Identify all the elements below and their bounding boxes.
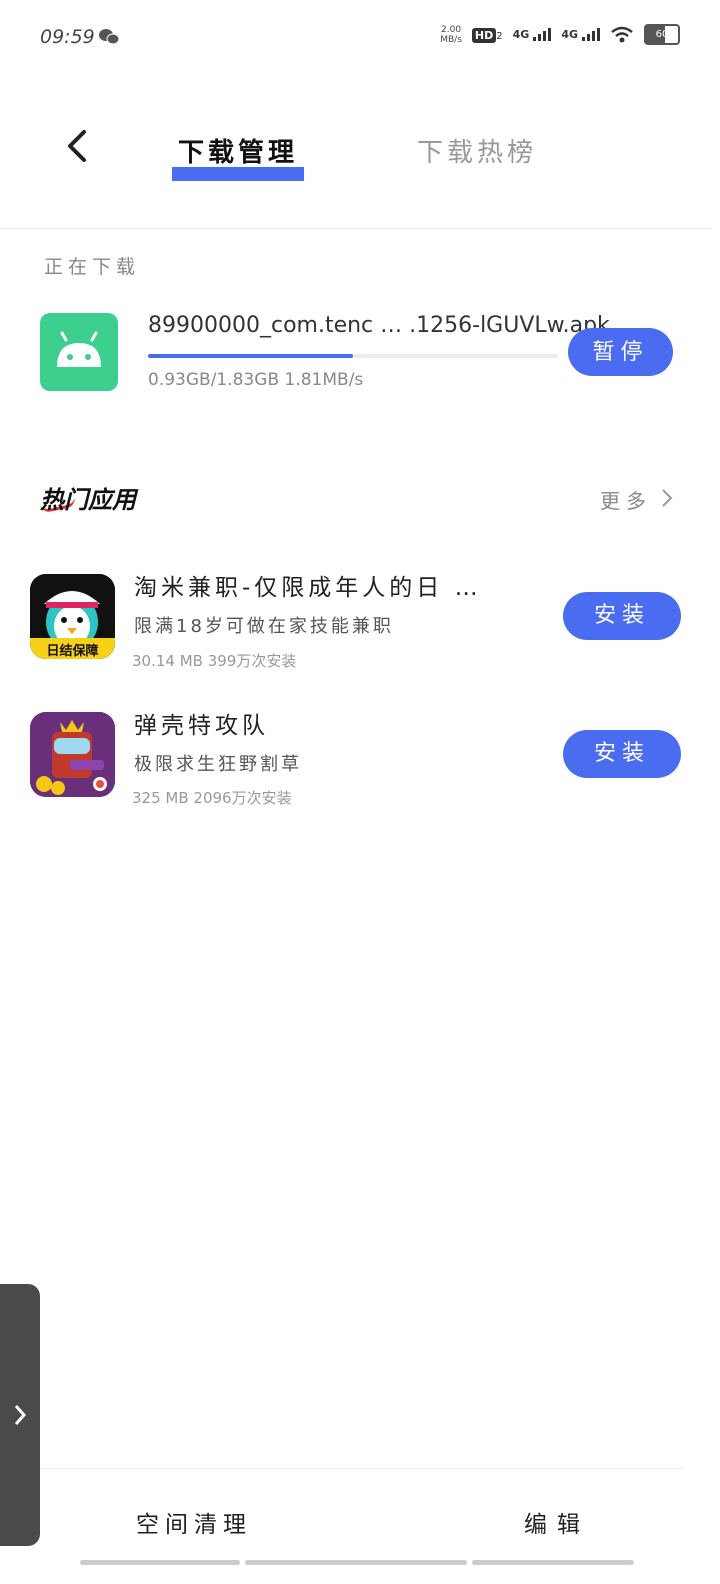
app-name[interactable]: 弹壳特攻队 — [134, 706, 269, 740]
home-indicator-segment — [245, 1560, 467, 1565]
app-name[interactable]: 淘米兼职-仅限成年人的日 … — [134, 568, 482, 602]
pause-button[interactable]: 暂停 — [568, 328, 673, 376]
signal-1: 4G — [513, 28, 552, 41]
space-cleanup-button[interactable]: 空间清理 — [136, 1505, 252, 1539]
app-description: 限满18岁可做在家技能兼职 — [134, 616, 394, 637]
wifi-icon — [611, 26, 633, 42]
signal-2-label: 4G — [561, 28, 578, 41]
chevron-right-icon[interactable] — [660, 487, 674, 509]
battery-level: 60 — [655, 29, 669, 40]
header-divider — [0, 228, 712, 229]
wechat-icon — [99, 29, 120, 45]
speed-unit: MB/s — [440, 34, 462, 45]
back-arrow-icon[interactable] — [62, 128, 92, 164]
edit-button[interactable]: 编辑 — [524, 1505, 590, 1539]
app-meta: 325 MB 2096万次安装 — [132, 789, 292, 807]
signal-bars-icon — [533, 28, 552, 41]
download-progress-fill — [148, 354, 353, 358]
speed-value: 2.00 — [441, 24, 462, 35]
app-description: 极限求生狂野割草 — [134, 754, 302, 775]
app-icon-penguin[interactable]: 日结保障 — [30, 574, 115, 659]
install-button[interactable]: 安装 — [563, 592, 681, 640]
chevron-right-icon[interactable] — [12, 1402, 28, 1428]
signal-1-label: 4G — [512, 28, 530, 41]
signal-2: 4G — [561, 28, 600, 41]
bottom-divider — [40, 1468, 684, 1469]
download-status-text: 0.93GB/1.83GB 1.81MB/s — [148, 370, 364, 390]
more-link[interactable]: 更多 — [600, 485, 652, 514]
hd-sub: 2 — [496, 30, 503, 42]
download-file-name: 89900000_com.tenc … .1256-lGUVLw.apk — [148, 313, 610, 338]
battery-icon: 60 — [644, 24, 680, 45]
app-icon-game[interactable] — [30, 712, 115, 797]
app-meta: 30.14 MB 399万次安装 — [132, 652, 297, 670]
network-speed: 2.00 MB/s — [440, 25, 462, 45]
android-apk-icon — [40, 313, 118, 391]
install-button[interactable]: 安装 — [563, 730, 681, 778]
home-indicator-segment — [472, 1560, 634, 1565]
hd-badge: HD 2 — [471, 27, 503, 43]
tab-download-ranking[interactable]: 下载热榜 — [414, 132, 540, 169]
active-tab-indicator — [172, 167, 304, 181]
downloading-section-label: 正在下载 — [44, 256, 141, 278]
status-icons: 2.00 MB/s HD 2 4G 4G 60 — [440, 24, 680, 45]
hd-label: HD — [471, 27, 497, 43]
signal-bars-icon — [582, 28, 600, 41]
hot-apps-title: 热门应用 — [40, 486, 136, 514]
status-time: 09:59 — [40, 26, 95, 48]
app-icon-badge: 日结保障 — [46, 644, 99, 659]
tab-download-manager[interactable]: 下载管理 — [172, 132, 304, 169]
home-indicator-segment — [80, 1560, 240, 1565]
